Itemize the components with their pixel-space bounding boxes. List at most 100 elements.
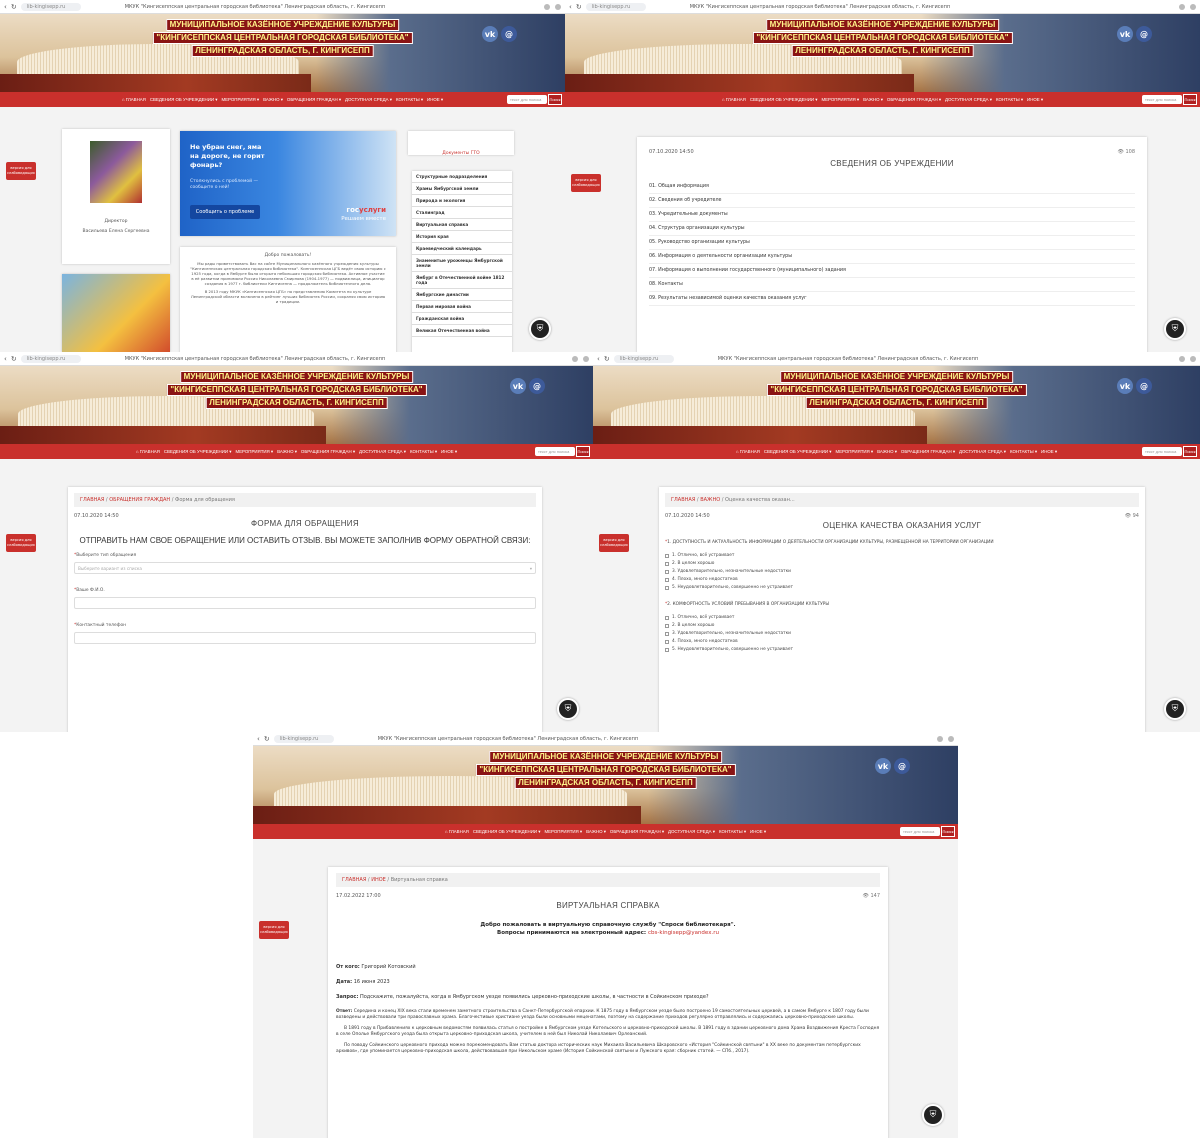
nav-accessible[interactable]: ДОСТУПНАЯ СРЕДА ▾ — [945, 97, 992, 103]
back-icon[interactable]: ‹ — [569, 3, 572, 11]
nav-home[interactable]: ⌂ ГЛАВНАЯ — [722, 97, 746, 102]
option-checkbox[interactable]: 5. Неудовлетворительно, совершенно не ус… — [665, 585, 1139, 590]
nav-about[interactable]: СВЕДЕНИЯ ОБ УЧРЕЖДЕНИИ ▾ — [164, 449, 232, 455]
back-icon[interactable]: ‹ — [4, 355, 7, 363]
nav-about[interactable]: СВЕДЕНИЯ ОБ УЧРЕЖДЕНИИ ▾ — [764, 449, 832, 455]
sidebar-item[interactable]: Ямбургские династии — [412, 289, 512, 301]
list-item[interactable]: 04. Структура организации культуры — [649, 222, 1135, 236]
nav-important[interactable]: ВАЖНО ▾ — [586, 829, 606, 835]
option-checkbox[interactable]: 4. Плохо, много недостатков — [665, 577, 1139, 582]
nav-appeals[interactable]: ОБРАЩЕНИЯ ГРАЖДАН ▾ — [901, 449, 955, 455]
extension-icon[interactable] — [555, 3, 561, 10]
search-button[interactable]: Поиск — [941, 826, 955, 837]
gosuslugi-widget-icon[interactable]: ⛨ — [1164, 698, 1186, 720]
extension-icon[interactable] — [583, 355, 589, 362]
nav-important[interactable]: ВАЖНО ▾ — [263, 97, 283, 103]
nav-important[interactable]: ВАЖНО ▾ — [863, 97, 883, 103]
sidebar-item[interactable]: Первая мировая война — [412, 301, 512, 313]
vk-icon[interactable]: vk — [510, 378, 526, 394]
list-item[interactable]: 06. Информация о деятельности организаци… — [649, 250, 1135, 264]
vk-icon[interactable]: vk — [1117, 378, 1133, 394]
address-bar[interactable]: lib-kingisepp.ru — [585, 2, 646, 11]
nav-accessible[interactable]: ДОСТУПНАЯ СРЕДА ▾ — [668, 829, 715, 835]
nav-accessible[interactable]: ДОСТУПНАЯ СРЕДА ▾ — [359, 449, 406, 455]
mail-icon[interactable]: @ — [894, 758, 910, 774]
search-input[interactable]: текст для поиска — [507, 95, 547, 104]
address-bar[interactable]: lib-kingisepp.ru — [273, 734, 334, 743]
mail-icon[interactable]: @ — [501, 26, 517, 42]
nav-contacts[interactable]: КОНТАКТЫ ▾ — [996, 97, 1023, 103]
list-item[interactable]: 07. Информация о выполнении государствен… — [649, 264, 1135, 278]
nav-appeals[interactable]: ОБРАЩЕНИЯ ГРАЖДАН ▾ — [301, 449, 355, 455]
nav-contacts[interactable]: КОНТАКТЫ ▾ — [396, 97, 423, 103]
breadcrumb-home[interactable]: ГЛАВНАЯ — [671, 497, 695, 503]
nav-appeals[interactable]: ОБРАЩЕНИЯ ГРАЖДАН ▾ — [887, 97, 941, 103]
vk-icon[interactable]: vk — [1117, 26, 1133, 42]
option-checkbox[interactable]: 2. В целом хорошо — [665, 623, 1139, 628]
vk-icon[interactable]: vk — [482, 26, 498, 42]
doc-link[interactable]: Документы ГТО — [442, 151, 479, 156]
accessibility-button[interactable]: версия для слабовидящих — [599, 534, 629, 552]
sidebar-item[interactable]: Сталинград — [412, 207, 512, 219]
extension-icon[interactable] — [937, 735, 943, 742]
gosuslugi-widget-icon[interactable]: ⛨ — [1164, 318, 1186, 340]
nav-contacts[interactable]: КОНТАКТЫ ▾ — [719, 829, 746, 835]
nav-home[interactable]: ⌂ ГЛАВНАЯ — [736, 449, 760, 454]
nav-important[interactable]: ВАЖНО ▾ — [277, 449, 297, 455]
nav-other[interactable]: ИНОЕ ▾ — [750, 829, 766, 835]
option-checkbox[interactable]: 1. Отлично, всё устраивает — [665, 553, 1139, 558]
option-checkbox[interactable]: 4. Плохо, много недостатков — [665, 639, 1139, 644]
nav-events[interactable]: МЕРОПРИЯТИЯ ▾ — [835, 449, 873, 455]
accessibility-button[interactable]: версия для слабовидящих — [6, 162, 36, 180]
vk-icon[interactable]: vk — [875, 758, 891, 774]
extension-icon[interactable] — [1179, 3, 1185, 10]
sidebar-item[interactable]: Ямбург в Отечественной войне 1812 года — [412, 272, 512, 289]
search-button[interactable]: Поиск — [1183, 446, 1197, 457]
nav-other[interactable]: ИНОЕ ▾ — [1027, 97, 1043, 103]
sidebar-item[interactable]: Краеведческий календарь — [412, 243, 512, 255]
mail-icon[interactable]: @ — [1136, 26, 1152, 42]
nav-events[interactable]: МЕРОПРИЯТИЯ ▾ — [235, 449, 273, 455]
search-input[interactable]: текст для поиска — [900, 827, 940, 836]
back-icon[interactable]: ‹ — [257, 735, 260, 743]
nav-other[interactable]: ИНОЕ ▾ — [441, 449, 457, 455]
accessibility-button[interactable]: версия для слабовидящих — [259, 921, 289, 939]
breadcrumb-home[interactable]: ГЛАВНАЯ — [80, 497, 104, 503]
list-item[interactable]: 01. Общая информация — [649, 180, 1135, 194]
address-bar[interactable]: lib-kingisepp.ru — [613, 354, 674, 363]
nav-other[interactable]: ИНОЕ ▾ — [427, 97, 443, 103]
list-item[interactable]: 08. Контакты — [649, 278, 1135, 292]
reload-icon[interactable]: ↻ — [11, 355, 17, 363]
sidebar-item[interactable]: Природа и экология — [412, 195, 512, 207]
extension-icon[interactable] — [1190, 355, 1196, 362]
option-checkbox[interactable]: 1. Отлично, всё устраивает — [665, 615, 1139, 620]
mail-icon[interactable]: @ — [529, 378, 545, 394]
reload-icon[interactable]: ↻ — [264, 735, 270, 743]
search-input[interactable]: текст для поиска — [1142, 95, 1182, 104]
promo-banner-image[interactable] — [62, 274, 170, 352]
nav-home[interactable]: ⌂ ГЛАВНАЯ — [445, 829, 469, 834]
nav-about[interactable]: СВЕДЕНИЯ ОБ УЧРЕЖДЕНИИ ▾ — [750, 97, 818, 103]
option-checkbox[interactable]: 3. Удовлетворительно, незначительные нед… — [665, 631, 1139, 636]
nav-about[interactable]: СВЕДЕНИЯ ОБ УЧРЕЖДЕНИИ ▾ — [150, 97, 218, 103]
nav-appeals[interactable]: ОБРАЩЕНИЯ ГРАЖДАН ▾ — [610, 829, 664, 835]
sidebar-item[interactable]: Знаменитые уроженцы Ямбургской земли — [412, 255, 512, 272]
nav-events[interactable]: МЕРОПРИЯТИЯ ▾ — [821, 97, 859, 103]
report-problem-button[interactable]: Сообщить о проблеме — [190, 205, 260, 219]
sidebar-item[interactable]: Великая Отечественная война — [412, 325, 512, 337]
nav-accessible[interactable]: ДОСТУПНАЯ СРЕДА ▾ — [345, 97, 392, 103]
phone-input[interactable] — [74, 632, 536, 644]
mail-icon[interactable]: @ — [1136, 378, 1152, 394]
reload-icon[interactable]: ↻ — [576, 3, 582, 11]
back-icon[interactable]: ‹ — [597, 355, 600, 363]
search-button[interactable]: Поиск — [1183, 94, 1197, 105]
extension-icon[interactable] — [572, 355, 578, 362]
breadcrumb-section[interactable]: ВАЖНО — [700, 497, 720, 503]
sidebar-item[interactable]: Виртуальная справка — [412, 219, 512, 231]
list-item[interactable]: 09. Результаты независимой оценки качест… — [649, 292, 1135, 306]
sidebar-item[interactable]: Структурные подразделения — [412, 171, 512, 183]
address-bar[interactable]: lib-kingisepp.ru — [20, 354, 81, 363]
gosuslugi-widget-icon[interactable]: ⛨ — [922, 1104, 944, 1126]
back-icon[interactable]: ‹ — [4, 3, 7, 11]
nav-about[interactable]: СВЕДЕНИЯ ОБ УЧРЕЖДЕНИИ ▾ — [473, 829, 541, 835]
